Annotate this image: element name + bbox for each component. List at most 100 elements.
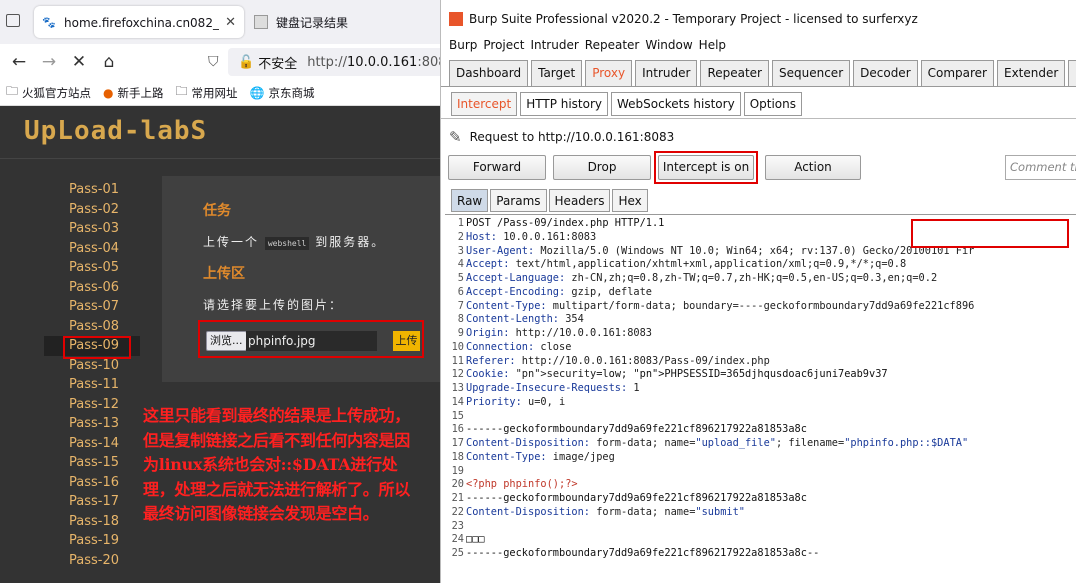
pass-link-pass-05[interactable]: Pass-05 [44,258,140,278]
request-line: 15 [445,410,1076,424]
tab-proxy[interactable]: Proxy [585,60,633,86]
raw-request-editor[interactable]: 1 POST /Pass-09/index.php HTTP/1.1 2 Host: … [445,214,1076,576]
bookmark-newbie[interactable]: ● 新手上路 [103,85,163,101]
tab-list-icon[interactable] [6,14,20,27]
pass-link-pass-08[interactable]: Pass-08 [44,317,140,337]
line-number: 9 [457,327,464,339]
site-logo[interactable]: UpLoad-labS [24,116,207,146]
tab-decoder[interactable]: Decoder [853,60,918,86]
folder-icon: 🗀 [175,84,188,98]
bookmark-folder-firefox[interactable]: 🗀 火狐官方站点 [6,82,91,103]
firefox-tab-strip: 🐾 home.firefoxchina.cn082_百度 ✕ 键盘记录结果 [0,0,440,44]
image-icon [254,15,268,29]
annotation-text: 这里只能看到最终的结果是上传成功，但是复制链接之后看不到任何内容是因为linux… [143,406,410,523]
subtab-intercept[interactable]: Intercept [451,92,518,116]
forward-button[interactable]: Forward [448,155,546,180]
back-arrow-icon[interactable]: ← [4,47,34,77]
pass-link-pass-11[interactable]: Pass-11 [44,375,140,395]
request-line: 11 Referer: http://10.0.0.161:8083/Pass-0… [445,355,1076,369]
tab-comparer[interactable]: Comparer [920,60,994,86]
line-number: 25 [451,547,464,559]
action-button[interactable]: Action [765,155,861,180]
menu-repeater[interactable]: Repeater [585,38,640,52]
line-number: 2 [457,230,464,243]
request-line: 21 ------geckoformboundary7dd9a69fe221cf8… [445,492,1076,506]
pass-link-pass-04[interactable]: Pass-04 [44,239,140,259]
line-number: 20 [451,478,464,491]
comment-input[interactable]: Comment this item [1005,155,1076,180]
browse-button[interactable]: 浏览... [206,331,247,351]
line-number: 21 [451,492,464,504]
bookmark-label: 常用网址 [191,85,238,100]
bookmarks-toolbar: 🗀 火狐官方站点 ● 新手上路 🗀 常用网址 🌐 京东商城 [0,80,440,106]
drop-button[interactable]: Drop [553,155,651,180]
line-number: 3 [457,244,464,257]
request-line: 13 Upgrade-Insecure-Requests: 1 [445,382,1076,396]
pass-link-pass-16[interactable]: Pass-16 [44,473,140,493]
menu-intruder[interactable]: Intruder [530,38,578,52]
insecure-lock-icon[interactable]: 🔓 [238,55,254,70]
tab-home-firefoxchina[interactable]: 🐾 home.firefoxchina.cn082_百度 ✕ [34,6,244,38]
menu-project[interactable]: Project [483,38,524,52]
forward-arrow-icon[interactable]: → [34,47,64,77]
pass-link-pass-06[interactable]: Pass-06 [44,278,140,298]
choose-image-label: 请选择要上传的图片： [203,298,344,312]
bookmark-jd[interactable]: 🌐 京东商城 [250,85,315,101]
pass-link-pass-19[interactable]: Pass-19 [44,531,140,551]
baidu-icon: 🐾 [42,15,56,29]
editor-tab-headers[interactable]: Headers [548,189,611,212]
subtab-websockets-history[interactable]: WebSockets history [611,92,741,116]
pass-link-pass-15[interactable]: Pass-15 [44,453,140,473]
line-number: 17 [451,437,464,449]
editor-tab-params[interactable]: Params [490,189,547,212]
subtabs-divider [441,118,1076,119]
upload-button[interactable]: 上传 [393,331,420,351]
line-number: 19 [451,464,464,477]
menu-window[interactable]: Window [645,38,692,52]
menu-burp[interactable]: Burp [449,38,477,52]
line-number: 18 [451,450,464,463]
url-bar[interactable]: 🔓 不安全 http://10.0.0.161:8083/ [228,48,440,76]
request-line: 9 Origin: http://10.0.0.161:8083 [445,327,1076,341]
bookmark-folder-common[interactable]: 🗀 常用网址 [176,82,238,103]
tab-intruder[interactable]: Intruder [635,60,698,86]
pass-link-pass-02[interactable]: Pass-02 [44,200,140,220]
tab-extender[interactable]: Extender [997,60,1066,86]
pass-link-pass-12[interactable]: Pass-12 [44,395,140,415]
editor-tab-raw[interactable]: Raw [451,189,489,212]
request-line: 8 Content-Length: 354 [445,313,1076,327]
burp-logo-icon [449,12,463,26]
pass-link-pass-18[interactable]: Pass-18 [44,512,140,532]
url-rest: :8083/ [417,54,440,70]
stop-icon[interactable]: ✕ [64,47,94,77]
pass-link-pass-01[interactable]: Pass-01 [44,180,140,200]
tab-target[interactable]: Target [531,60,583,86]
pass-link-pass-20[interactable]: Pass-20 [44,551,140,571]
tab-sequencer[interactable]: Sequencer [772,60,851,86]
close-tab-icon[interactable]: ✕ [225,15,236,30]
selected-file-name: phpinfo.jpg [246,331,377,351]
editor-tab-hex[interactable]: Hex [612,189,648,212]
line-number: 6 [457,285,464,298]
tab-keylog-result[interactable]: 键盘记录结果 [246,6,440,38]
subtab-http-history[interactable]: HTTP history [520,92,609,116]
request-line: 4 Accept: text/html,application/xhtml+xml… [445,258,1076,272]
line-number: 10 [451,340,464,353]
pass-link-pass-17[interactable]: Pass-17 [44,492,140,512]
tab-project-options[interactable]: Project options [1068,60,1076,86]
bookmark-label: 京东商城 [268,85,315,100]
pass-link-pass-03[interactable]: Pass-03 [44,219,140,239]
tab-dashboard[interactable]: Dashboard [449,60,529,86]
request-line: 6 Accept-Encoding: gzip, deflate [445,286,1076,300]
pencil-icon[interactable]: ✎ [449,128,462,146]
burp-window-title: Burp Suite Professional v2020.2 - Tempor… [469,12,918,26]
pass-link-pass-13[interactable]: Pass-13 [44,414,140,434]
home-icon[interactable]: ⌂ [94,47,124,77]
burp-title-bar: Burp Suite Professional v2020.2 - Tempor… [441,5,1076,33]
shield-icon[interactable]: ⛉ [208,54,219,70]
pass-link-pass-07[interactable]: Pass-07 [44,297,140,317]
menu-help[interactable]: Help [699,38,726,52]
pass-link-pass-14[interactable]: Pass-14 [44,434,140,454]
subtab-options[interactable]: Options [743,92,802,116]
tab-repeater[interactable]: Repeater [700,60,769,86]
